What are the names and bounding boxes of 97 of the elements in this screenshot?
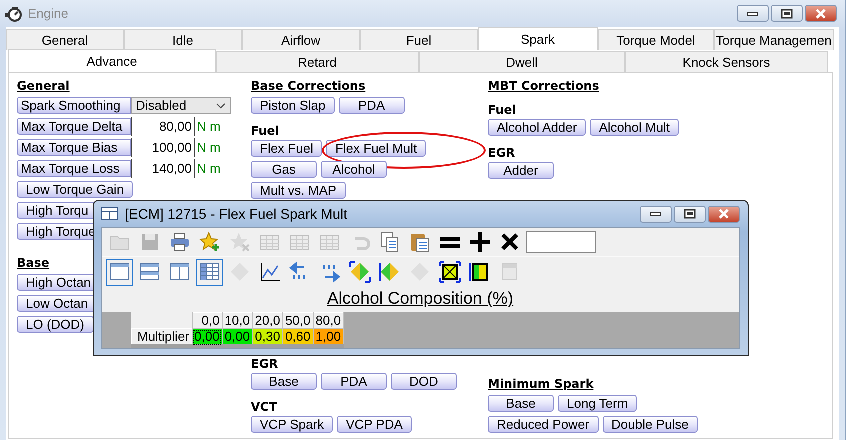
table-cell[interactable]: 0,00 xyxy=(192,328,222,346)
table-button[interactable]: DOD xyxy=(391,373,457,390)
tab[interactable]: Idle xyxy=(124,29,242,50)
table-button[interactable]: Reduced Power xyxy=(488,416,598,433)
unit-label: N m xyxy=(197,161,221,176)
gradient-diamond-icon xyxy=(378,261,400,283)
window-title: Engine xyxy=(28,6,70,21)
tab[interactable]: Torque Managemen xyxy=(714,29,834,50)
star-plus-icon xyxy=(198,231,220,253)
tab[interactable]: Retard xyxy=(216,51,419,72)
close-button[interactable] xyxy=(708,206,740,222)
setting-button[interactable]: Max Torque Delta xyxy=(17,118,131,135)
table-button[interactable]: Gas xyxy=(251,161,317,178)
row-header: Multiplier xyxy=(132,328,192,346)
table-button[interactable]: VCP PDA xyxy=(337,416,412,433)
tab[interactable]: Fuel xyxy=(360,29,478,50)
maximize-icon xyxy=(781,8,793,18)
printer-icon xyxy=(168,231,190,253)
clipboard-icon xyxy=(408,231,430,253)
horizontal-split-icon xyxy=(138,261,160,283)
tab[interactable]: Spark xyxy=(478,27,598,50)
maximize-button[interactable] xyxy=(674,206,706,222)
axis-title: Alcohol Composition (%) xyxy=(327,289,514,309)
unit-label: N m xyxy=(197,140,221,155)
table-cell[interactable]: 0,30 xyxy=(252,328,283,346)
number-field[interactable]: 100,00 xyxy=(131,138,195,157)
close-icon xyxy=(815,8,827,18)
tab[interactable]: Torque Model xyxy=(598,29,714,50)
table-button[interactable]: Mult vs. MAP xyxy=(251,182,346,199)
table-button[interactable]: PDA xyxy=(321,373,387,390)
table-cell[interactable]: 0,60 xyxy=(282,328,314,346)
minimize-button[interactable] xyxy=(640,206,672,222)
selection-button[interactable] xyxy=(436,258,463,286)
close-icon xyxy=(718,209,730,219)
single-pane-button[interactable] xyxy=(106,258,133,286)
table-button[interactable]: Flex Fuel xyxy=(251,140,322,157)
group-heading: EGR xyxy=(488,146,516,162)
tab[interactable]: Advance xyxy=(8,49,216,72)
dialog-title: [ECM] 12715 - Flex Fuel Spark Mult xyxy=(125,206,349,222)
line-chart-icon xyxy=(258,261,280,283)
setting-button[interactable]: Max Torque Bias xyxy=(17,139,131,156)
setting-button[interactable]: Spark Smoothing xyxy=(17,97,131,114)
close-button[interactable] xyxy=(805,5,837,22)
table-button[interactable]: VCP Spark xyxy=(251,416,334,433)
dropdown[interactable]: Disabled xyxy=(131,97,231,114)
maximize-icon xyxy=(684,209,696,219)
group-heading: EGR xyxy=(251,357,278,373)
tab[interactable]: Knock Sensors xyxy=(625,51,828,72)
single-pane-icon xyxy=(108,261,130,283)
table-button[interactable]: Flex Fuel Mult xyxy=(326,140,426,157)
table-button[interactable]: Alcohol Adder xyxy=(488,119,586,136)
chevron-down-icon xyxy=(216,102,226,108)
minimize-button[interactable] xyxy=(737,5,769,22)
table-button[interactable]: Double Pulse xyxy=(602,416,698,433)
setting-button[interactable]: Max Torque Loss xyxy=(17,160,131,177)
color-bar-icon xyxy=(468,261,490,283)
table-button[interactable]: Base xyxy=(488,395,554,412)
minimize-icon xyxy=(747,10,759,18)
section-heading: Minimum Spark xyxy=(488,377,594,393)
table-cell[interactable]: 0,00 xyxy=(222,328,253,346)
gradient-diamond-icon xyxy=(348,261,370,283)
copy-icon xyxy=(378,231,400,253)
star-remove-icon xyxy=(228,231,250,253)
table-cell[interactable]: 1,00 xyxy=(313,328,344,346)
table-button[interactable]: Adder xyxy=(488,162,554,179)
section-heading: MBT Corrections xyxy=(488,79,600,95)
table-button[interactable]: Low Torque Gain xyxy=(17,181,134,198)
unit-label: N m xyxy=(197,119,221,134)
table-button[interactable]: PDA xyxy=(338,97,405,114)
window-icon xyxy=(101,206,119,222)
section-heading: Base Corrections xyxy=(251,79,366,95)
selection-icon xyxy=(438,261,460,283)
vertical-split-icon xyxy=(168,261,190,283)
group-heading: VCT xyxy=(251,400,278,416)
minimize-icon xyxy=(650,210,662,218)
table-button[interactable]: Long Term xyxy=(558,395,638,412)
table-button[interactable] xyxy=(196,258,223,286)
number-field[interactable]: 140,00 xyxy=(131,159,195,178)
number-field[interactable]: 80,00 xyxy=(131,117,195,136)
maximize-button[interactable] xyxy=(771,5,803,22)
tab[interactable]: Dwell xyxy=(419,51,625,72)
section-heading: Base xyxy=(17,256,50,272)
group-heading: Fuel xyxy=(488,103,516,119)
table-icon xyxy=(198,261,220,283)
section-heading: General xyxy=(17,79,70,95)
table-button[interactable]: Alcohol Mult xyxy=(590,119,680,136)
group-heading: Fuel xyxy=(251,124,280,140)
input-field[interactable] xyxy=(526,231,596,253)
table-button[interactable]: Alcohol xyxy=(321,161,387,178)
table-button[interactable]: LO (DOD) xyxy=(17,316,94,333)
tab[interactable]: Airflow xyxy=(242,29,360,50)
gradient-diamond-button[interactable] xyxy=(346,258,373,286)
table-button[interactable]: Piston Slap xyxy=(251,97,335,114)
plus-icon xyxy=(468,231,490,253)
tab[interactable]: General xyxy=(6,29,124,50)
table-button[interactable]: Base xyxy=(251,373,317,390)
multiply-icon xyxy=(498,231,520,253)
